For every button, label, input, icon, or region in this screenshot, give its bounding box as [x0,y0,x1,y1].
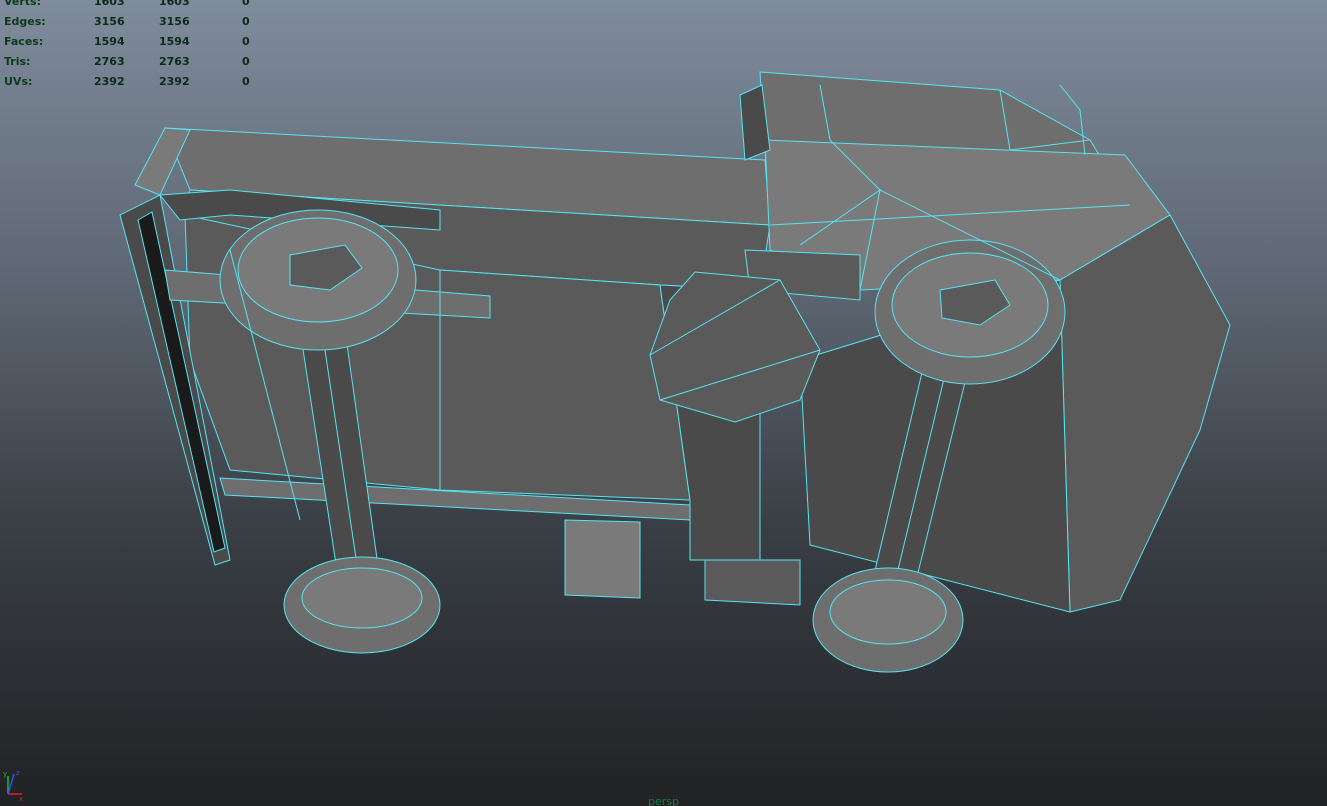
hud-row: Tris: 2763 2763 0 [0,52,260,72]
axis-z-label: z [16,769,20,777]
camera-name-label: persp [648,795,679,806]
rear-wheel-bottom-hub [301,567,423,629]
hud-row: Verts: 1603 1603 0 [0,0,260,12]
hud-row: Faces: 1594 1594 0 [0,32,260,52]
poly-count-hud: Verts: 1603 1603 0 Edges: 3156 3156 0 Fa… [0,0,260,92]
lower-plate [704,559,801,606]
hud-value: 0 [242,0,250,8]
hud-value: 2763 [94,55,125,68]
hud-value: 2763 [159,55,190,68]
hud-label: Verts: [4,0,42,8]
hud-value: 0 [242,55,250,68]
front-wheel-bottom-hub [829,579,947,645]
hud-row: Edges: 3156 3156 0 [0,12,260,32]
axis-z-line [7,773,15,795]
hud-value: 1594 [159,35,190,48]
hud-label: Edges: [4,15,46,28]
hud-value: 1603 [159,0,190,8]
hud-value: 0 [242,35,250,48]
truck-mesh-wireframe[interactable] [0,0,1327,806]
hud-value: 1603 [94,0,125,8]
hud-value: 0 [242,75,250,88]
hud-value: 2392 [94,75,125,88]
axis-y-label: y [3,770,7,778]
hud-row: UVs: 2392 2392 0 [0,72,260,92]
lower-block [564,519,641,599]
hud-value: 0 [242,15,250,28]
hud-label: Faces: [4,35,44,48]
cab-front-panel [1059,214,1231,613]
hud-value: 1594 [94,35,125,48]
hud-value: 3156 [94,15,125,28]
hud-label: UVs: [4,75,33,88]
hud-label: Tris: [4,55,31,68]
hud-value: 3156 [159,15,190,28]
perspective-viewport[interactable]: Verts: 1603 1603 0 Edges: 3156 3156 0 Fa… [0,0,1327,806]
hud-value: 2392 [159,75,190,88]
